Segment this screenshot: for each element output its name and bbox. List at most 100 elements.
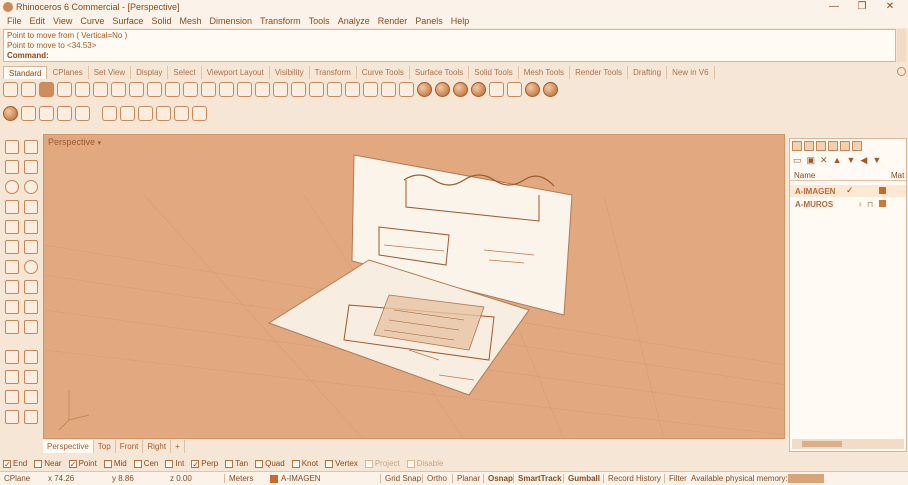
current-layer[interactable]: A-IMAGEN xyxy=(281,474,321,483)
menu-mesh[interactable]: Mesh xyxy=(175,14,205,28)
pan-icon[interactable] xyxy=(165,81,180,97)
osnap-mid[interactable]: Mid xyxy=(103,459,127,468)
compass-icon[interactable] xyxy=(192,105,207,121)
tab-top[interactable]: Top xyxy=(94,440,116,453)
loft-icon[interactable] xyxy=(24,240,38,254)
tab-mesh-tools[interactable]: Mesh Tools xyxy=(519,66,571,79)
polygon-icon[interactable] xyxy=(5,200,19,214)
maximize-icon[interactable]: ❐ xyxy=(848,0,876,14)
umbrella-icon[interactable] xyxy=(138,105,153,121)
menu-file[interactable]: File xyxy=(3,14,26,28)
tab-front[interactable]: Front xyxy=(116,440,144,453)
teapot-icon[interactable] xyxy=(21,105,36,121)
print-icon[interactable] xyxy=(57,81,72,97)
zoom-window-icon[interactable] xyxy=(219,81,234,97)
tab-perspective[interactable]: Perspective xyxy=(43,440,94,453)
tab-cplanes[interactable]: CPlanes xyxy=(47,66,89,79)
osnap-end[interactable]: ✓ End xyxy=(3,459,27,468)
layer-icon[interactable] xyxy=(399,81,414,97)
curve-icon[interactable] xyxy=(24,160,38,174)
osnap-perp[interactable]: ✓ Perp xyxy=(191,459,218,468)
zoom-selected-icon[interactable] xyxy=(255,81,270,97)
tab-surface-tools[interactable]: Surface Tools xyxy=(410,66,470,79)
osnap-quad[interactable]: Quad xyxy=(255,459,285,468)
ellipse-icon[interactable] xyxy=(24,180,38,194)
menu-curve[interactable]: Curve xyxy=(76,14,108,28)
curve-edit-icon[interactable] xyxy=(5,220,19,234)
tab-render-tools[interactable]: Render Tools xyxy=(570,66,629,79)
select-arrow-icon[interactable] xyxy=(5,140,19,154)
arch-icon[interactable] xyxy=(102,105,117,121)
boolean-icon[interactable] xyxy=(5,300,19,314)
tab-set-view[interactable]: Set View xyxy=(89,66,132,79)
gumball-toggle[interactable]: Gumball xyxy=(563,474,600,483)
perspective-viewport[interactable]: Perspective ▾ xyxy=(43,134,785,439)
zoom-extents-icon[interactable] xyxy=(237,81,252,97)
plus-icon[interactable]: + xyxy=(171,440,185,453)
chevron-down-icon[interactable]: ▾ xyxy=(98,140,102,147)
cut-icon[interactable] xyxy=(93,81,108,97)
ortho-toggle[interactable]: Ortho xyxy=(422,474,447,483)
gear-icon[interactable] xyxy=(897,67,906,76)
mesh-tools-icon[interactable] xyxy=(24,280,38,294)
tab-curve-tools[interactable]: Curve Tools xyxy=(357,66,410,79)
menu-surface[interactable]: Surface xyxy=(108,14,147,28)
materials-icon[interactable] xyxy=(525,81,540,97)
tab-viewport-layout[interactable]: Viewport Layout xyxy=(202,66,270,79)
import-icon[interactable] xyxy=(75,81,90,97)
layer-color-swatch[interactable] xyxy=(879,187,886,194)
rectangle-icon[interactable] xyxy=(24,200,38,214)
render-window-icon[interactable] xyxy=(57,105,72,121)
cplane-label[interactable]: CPlane xyxy=(4,474,30,483)
delete-layer-icon[interactable]: ✕ xyxy=(820,155,828,166)
menu-dimension[interactable]: Dimension xyxy=(205,14,256,28)
help-tab-icon[interactable] xyxy=(852,141,862,151)
new-sublayer-icon[interactable]: ▣ xyxy=(807,155,816,166)
rotate-view-icon[interactable] xyxy=(183,81,198,97)
dimension-icon[interactable] xyxy=(24,390,38,404)
hide-icon[interactable] xyxy=(363,81,378,97)
units-label[interactable]: Meters xyxy=(224,474,253,483)
render-tool-icon[interactable] xyxy=(5,350,19,364)
command-scrollbar[interactable] xyxy=(897,29,906,62)
osnap-disable[interactable]: Disable xyxy=(406,459,443,468)
osnap-tan[interactable]: Tan xyxy=(225,459,248,468)
smarttrack-toggle[interactable]: SmartTrack xyxy=(513,474,562,483)
layer-row[interactable]: A-IMAGEN ✓ xyxy=(790,185,906,197)
osnap-project[interactable]: Project xyxy=(364,459,400,468)
arch-window-icon[interactable] xyxy=(120,105,135,121)
properties-tab-icon[interactable] xyxy=(792,141,802,151)
osnap-toggle[interactable]: Osnap xyxy=(483,474,513,483)
tab-select[interactable]: Select xyxy=(168,66,202,79)
lights-icon[interactable] xyxy=(489,81,504,97)
menu-view[interactable]: View xyxy=(49,14,76,28)
layer-row[interactable]: A-MUROS ♀ ⊓ xyxy=(790,198,906,210)
lightbulb-icon[interactable]: ♀ xyxy=(857,200,863,209)
polyline-icon[interactable] xyxy=(5,160,19,174)
osnap-int[interactable]: Int xyxy=(165,459,184,468)
tab-transform[interactable]: Transform xyxy=(310,66,357,79)
menu-help[interactable]: Help xyxy=(447,14,474,28)
split-icon[interactable] xyxy=(24,320,38,334)
group-icon[interactable] xyxy=(24,350,38,364)
box-icon[interactable] xyxy=(5,260,19,274)
surface-icon[interactable] xyxy=(5,240,19,254)
check-icon[interactable] xyxy=(3,105,18,121)
filter-toggle[interactable]: Filter xyxy=(664,474,687,483)
close-icon[interactable]: ✕ xyxy=(876,0,904,14)
filter-icon[interactable]: ▼ xyxy=(872,155,881,166)
rendered-icon[interactable] xyxy=(453,81,468,97)
record-history-toggle[interactable]: Record History xyxy=(603,474,661,483)
layer-color-swatch[interactable] xyxy=(879,200,886,207)
move-down-icon[interactable]: ▼ xyxy=(847,155,856,166)
osnap-vertex[interactable]: Vertex xyxy=(325,459,358,468)
lock-icon[interactable] xyxy=(381,81,396,97)
layers-tab-icon[interactable] xyxy=(804,141,814,151)
menu-tools[interactable]: Tools xyxy=(305,14,334,28)
help-icon[interactable] xyxy=(543,81,558,97)
options-icon[interactable] xyxy=(507,81,522,97)
text-icon[interactable] xyxy=(5,390,19,404)
osnap-knot[interactable]: Knot xyxy=(291,459,318,468)
circle-icon[interactable] xyxy=(5,180,19,194)
new-layer-icon[interactable]: ▭ xyxy=(793,155,802,166)
